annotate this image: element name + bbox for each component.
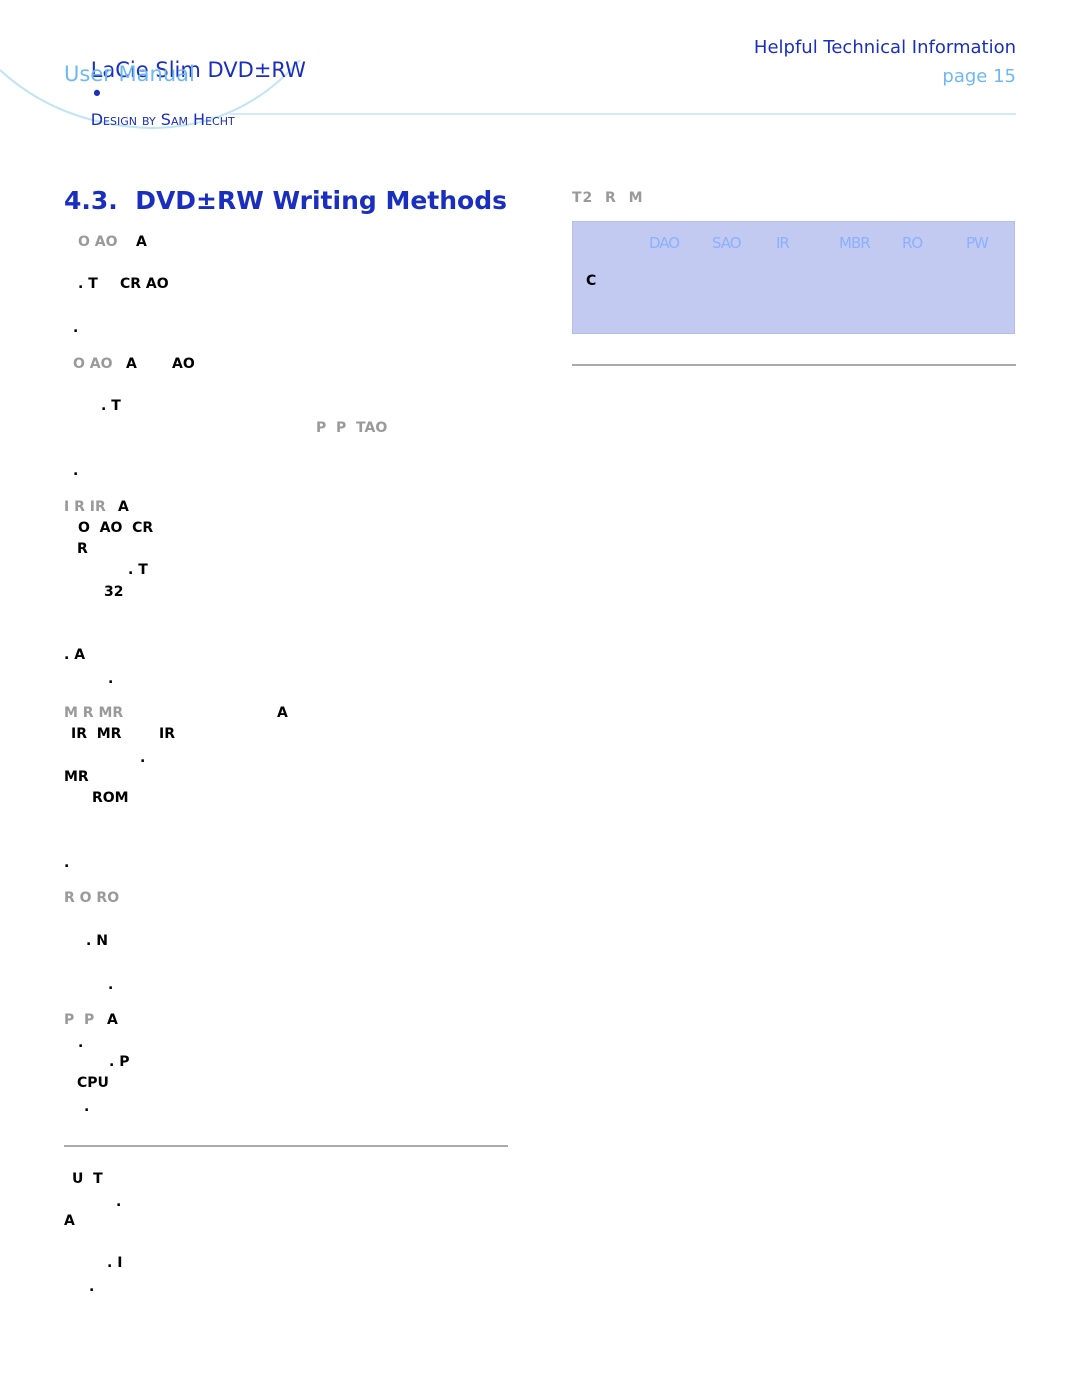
row-label: C	[586, 273, 597, 289]
table-title: T2 R M	[572, 190, 644, 206]
text-fragment: P P	[64, 1012, 95, 1028]
text-fragment: P P TAO	[316, 420, 388, 436]
text-fragment: .	[89, 1279, 95, 1295]
text-fragment: .	[73, 463, 79, 479]
text-fragment: . I	[107, 1255, 123, 1271]
text-fragment: .	[84, 1099, 90, 1115]
text-fragment: A	[277, 705, 288, 721]
text-fragment: MR	[64, 769, 89, 785]
text-fragment: .	[116, 1194, 122, 1210]
text-fragment: IR	[159, 726, 175, 742]
text-fragment: .	[108, 671, 114, 687]
text-fragment: .	[108, 977, 114, 993]
column-header: PW	[966, 234, 989, 252]
text-fragment: CPU	[77, 1075, 109, 1091]
text-fragment: R	[77, 541, 88, 557]
column-header: MBR	[839, 234, 871, 252]
text-fragment: . T	[78, 276, 98, 292]
text-fragment: 32	[104, 584, 124, 600]
text-fragment: A	[64, 1213, 75, 1229]
divider	[572, 364, 1016, 366]
section-title: 4.3. DVD±RW Writing Methods	[64, 186, 508, 215]
text-fragment: O AO	[73, 356, 113, 372]
document-page: LaCie Slim DVD±RW • Design by Sam Hecht …	[0, 0, 1080, 1397]
text-fragment: I R IR	[64, 499, 106, 515]
page-number: page 15	[942, 66, 1016, 87]
design-credit: Design by Sam Hecht	[90, 110, 235, 129]
text-fragment: A	[118, 499, 129, 515]
text-fragment: . P	[109, 1054, 130, 1070]
text-fragment: .	[73, 320, 79, 336]
text-fragment: A	[136, 234, 147, 250]
writing-methods-table: DAO SAO IR MBR RO PW C	[572, 221, 1015, 334]
divider	[64, 1145, 508, 1147]
column-header: SAO	[712, 234, 742, 252]
text-fragment: A	[107, 1012, 118, 1028]
section-header: Helpful Technical Information	[753, 37, 1016, 58]
text-fragment: M R MR	[64, 705, 124, 721]
column-header: DAO	[649, 234, 680, 252]
column-header: IR	[776, 234, 790, 252]
text-fragment: .	[140, 750, 146, 766]
product-title: LaCie Slim DVD±RW • Design by Sam Hecht	[64, 34, 306, 154]
text-fragment: AO	[172, 356, 195, 372]
text-fragment: O AO	[78, 234, 118, 250]
text-fragment: A	[126, 356, 137, 372]
text-fragment: O AO CR	[78, 520, 154, 536]
manual-subtitle: User Manual	[64, 62, 195, 86]
text-fragment: IR MR	[71, 726, 122, 742]
text-fragment: CR AO	[120, 276, 169, 292]
text-fragment: .	[78, 1035, 84, 1051]
text-fragment: ROM	[92, 790, 129, 806]
text-fragment: . T	[101, 398, 121, 414]
text-fragment: . A	[64, 647, 86, 663]
text-fragment: .	[64, 855, 70, 871]
text-fragment: U T	[72, 1171, 103, 1187]
text-fragment: R O RO	[64, 890, 120, 906]
text-fragment: . N	[86, 933, 108, 949]
text-fragment: . T	[128, 562, 148, 578]
column-header: RO	[902, 234, 923, 252]
